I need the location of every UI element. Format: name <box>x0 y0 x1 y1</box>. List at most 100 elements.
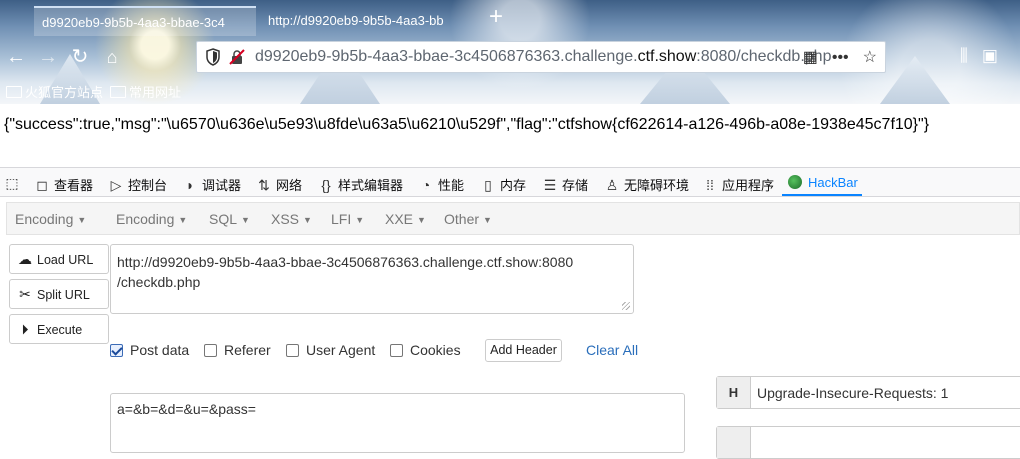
tab-label: 应用程序 <box>722 178 775 193</box>
back-arrow-icon[interactable]: ← <box>4 45 28 69</box>
selected-tab-indicator <box>782 194 862 196</box>
tab-accessibility[interactable]: ♙ 无障碍环境 <box>604 175 689 194</box>
bookmark-common-sites[interactable]: 常用网址 <box>110 82 181 101</box>
checkbox-label: Post data <box>130 342 190 358</box>
json-response: {"success":true,"msg":"\u6570\u636e\u5e9… <box>4 116 930 133</box>
bookmark-label: 常用网址 <box>129 85 182 100</box>
insecure-lock-icon[interactable] <box>229 49 245 65</box>
load-url-button[interactable]: ☁ Load URL <box>9 244 109 274</box>
tab-bar: d9920eb9-9b5b-4aa3-bbae-3c4 http://d9920… <box>0 0 1020 38</box>
checkbox-label: Referer <box>224 342 271 358</box>
url-line: /checkdb.php <box>117 274 201 290</box>
menu-xss[interactable]: XSS ▼ <box>271 211 312 227</box>
style-editor-icon: {} <box>321 177 331 193</box>
menu-sql[interactable]: SQL ▼ <box>209 211 250 227</box>
tab-application[interactable]: ⁞⁞ 应用程序 <box>702 175 774 194</box>
scissors-icon: ✂ <box>19 286 31 302</box>
hackbar-menu: Encoding ▼ Encoding ▼ SQL ▼ XSS ▼ LFI ▼ XXE ▼ … <box>6 202 1020 235</box>
split-url-button[interactable]: ✂ Split URL <box>9 279 109 309</box>
tab-label: 调试器 <box>202 178 242 193</box>
clear-all-link[interactable]: Clear All <box>586 342 638 358</box>
bookmark-star-icon[interactable]: ☆ <box>863 49 877 66</box>
post-body-text: a=&b=&d=&u=&pass= <box>117 401 256 417</box>
home-icon[interactable]: ⌂ <box>100 45 124 69</box>
tab-label: 无障碍环境 <box>624 178 690 193</box>
tab-label: 控制台 <box>128 178 168 193</box>
menu-other[interactable]: Other ▼ <box>444 211 492 227</box>
checkbox-unchecked[interactable] <box>286 344 299 357</box>
address-bar[interactable]: d9920eb9-9b5b-4aa3-bbae-3c4506876363.cha… <box>196 41 886 73</box>
tab-console[interactable]: ▷ 控制台 <box>108 175 167 194</box>
tab-second[interactable]: http://d9920eb9-9b5b-4aa3-bb <box>260 6 482 36</box>
memory-icon: ▯ <box>484 177 492 193</box>
caret-down-icon: ▼ <box>77 215 87 225</box>
tab-title: d9920eb9-9b5b-4aa3-bbae-3c4 <box>42 15 225 30</box>
menu-xxe[interactable]: XXE ▼ <box>385 211 426 227</box>
menu-encoding[interactable]: Encoding ▼ <box>116 211 187 227</box>
tab-debugger[interactable]: ◗ 调试器 <box>182 175 241 194</box>
checkbox-checked[interactable] <box>110 344 123 357</box>
tab-inspector[interactable]: ◻ 查看器 <box>34 175 93 194</box>
tab-style-editor[interactable]: {} 样式编辑器 <box>318 175 403 194</box>
checkbox-unchecked[interactable] <box>204 344 217 357</box>
menu-label: Encoding <box>116 211 175 227</box>
tab-performance[interactable]: ◔ 性能 <box>418 175 464 194</box>
header-value[interactable]: Upgrade-Insecure-Requests: 1 <box>757 385 948 401</box>
tab-network[interactable]: ⇅ 网络 <box>256 175 302 194</box>
post-data-textarea[interactable]: a=&b=&d=&u=&pass= <box>110 393 685 453</box>
url-prefix: d9920eb9-9b5b-4aa3-bbae-3c4506876363.cha… <box>255 48 638 65</box>
tab-storage[interactable]: ☰ 存储 <box>542 175 588 194</box>
add-header-button[interactable]: Add Header <box>485 339 562 362</box>
tab-label: HackBar <box>808 175 858 190</box>
tab-title: http://d9920eb9-9b5b-4aa3-bb <box>268 13 444 28</box>
url-text[interactable]: d9920eb9-9b5b-4aa3-bbae-3c4506876363.cha… <box>255 48 831 66</box>
new-tab-plus-icon[interactable]: + <box>489 5 503 29</box>
header-key-partial[interactable] <box>717 427 751 458</box>
menu-encryption[interactable]: Encoding ▼ <box>15 211 86 227</box>
execute-button[interactable]: ⏵ Execute <box>9 314 109 344</box>
tab-label: 存储 <box>562 178 589 193</box>
resize-grip-icon[interactable] <box>622 302 630 310</box>
header-row-partial[interactable] <box>716 426 1020 459</box>
element-picker-icon[interactable]: ⬚ <box>4 175 24 192</box>
browser-chrome: d9920eb9-9b5b-4aa3-bbae-3c4 http://d9920… <box>0 0 1020 104</box>
header-row[interactable]: H Upgrade-Insecure-Requests: 1 <box>716 376 1020 409</box>
checkbox-label: Cookies <box>410 342 461 358</box>
header-key[interactable]: H <box>717 377 751 408</box>
tab-label: 样式编辑器 <box>338 178 404 193</box>
tab-memory[interactable]: ▯ 内存 <box>480 175 526 194</box>
bookmark-firefox-official[interactable]: 火狐官方站点 <box>6 82 103 101</box>
folder-icon <box>110 86 126 98</box>
debugger-icon: ◗ <box>185 177 195 193</box>
caret-down-icon: ▼ <box>178 215 188 225</box>
cloud-download-icon: ☁ <box>18 251 32 267</box>
url-actions: ▦ ••• ☆ <box>789 47 877 67</box>
reload-icon[interactable]: ↻ <box>68 45 92 69</box>
post-data-checkbox[interactable]: Post data <box>110 342 189 358</box>
tab-active[interactable]: d9920eb9-9b5b-4aa3-bbae-3c4 <box>34 6 256 36</box>
referer-checkbox[interactable]: Referer <box>204 342 271 358</box>
menu-label: XXE <box>385 211 414 227</box>
checkbox-label: User Agent <box>306 342 376 358</box>
page-actions-icon[interactable]: ••• <box>832 49 849 66</box>
caret-down-icon: ▼ <box>303 215 312 225</box>
cookies-checkbox[interactable]: Cookies <box>390 342 461 358</box>
user-agent-checkbox[interactable]: User Agent <box>286 342 375 358</box>
caret-down-icon: ▼ <box>417 215 426 225</box>
forward-arrow-icon[interactable]: → <box>36 45 60 69</box>
bookmarks-toolbar: 火狐官方站点 常用网址 <box>0 78 1020 102</box>
caret-down-icon: ▼ <box>355 215 365 225</box>
checkbox-unchecked[interactable] <box>390 344 403 357</box>
qr-code-icon[interactable]: ▦ <box>803 49 818 66</box>
url-domain: ctf.show <box>637 48 697 65</box>
sidebar-icon[interactable]: ▣ <box>982 46 998 65</box>
tracking-shield-icon[interactable] <box>205 48 221 66</box>
tab-hackbar[interactable]: HackBar <box>788 175 858 190</box>
console-icon: ▷ <box>110 177 122 193</box>
menu-lfi[interactable]: LFI ▼ <box>331 211 364 227</box>
url-textarea[interactable]: http://d9920eb9-9b5b-4aa3-bbae-3c4506876… <box>110 244 634 314</box>
library-icon[interactable]: ⫼ <box>960 46 968 65</box>
play-circle-icon: ⏵ <box>21 321 29 337</box>
tab-label: 网络 <box>276 178 303 193</box>
performance-icon: ◔ <box>421 177 431 193</box>
